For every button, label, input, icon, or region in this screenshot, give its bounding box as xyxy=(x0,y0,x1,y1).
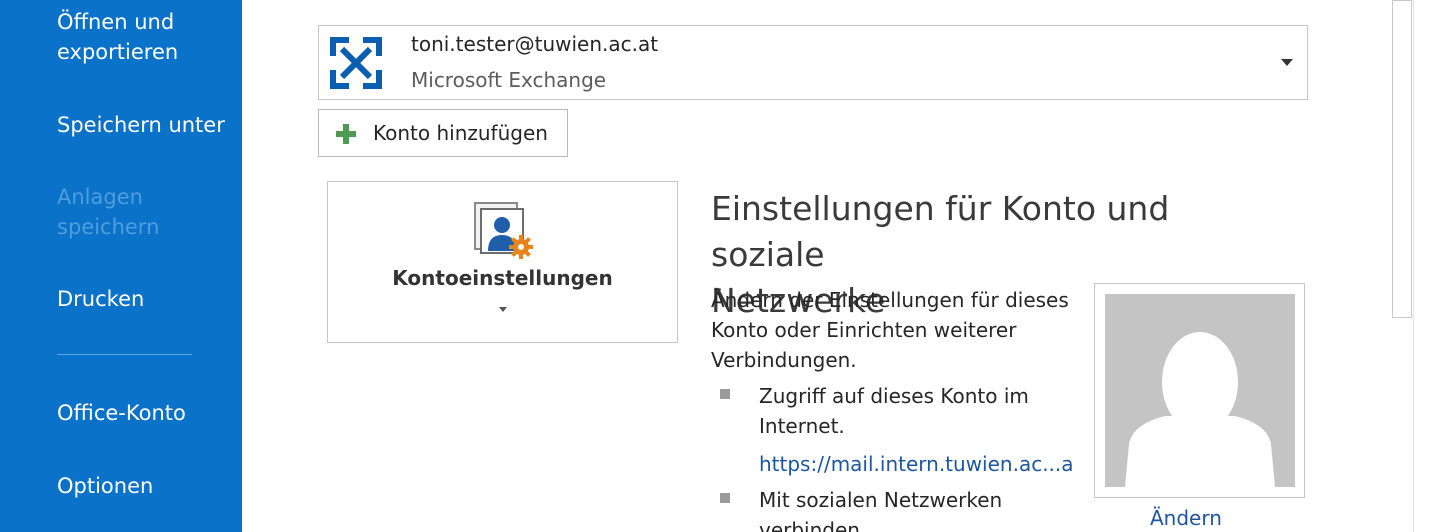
exchange-icon xyxy=(330,37,382,89)
account-settings-button[interactable]: Kontoeinstellungen xyxy=(327,181,678,343)
sidebar-item-label: Office-Konto xyxy=(57,401,186,425)
section-description: Ändern der Einstellungen für dieses Kont… xyxy=(711,285,1081,375)
outlook-backstage: Öffnen und exportieren Speichern unter A… xyxy=(0,0,1440,532)
account-email: toni.tester@tuwien.ac.at xyxy=(411,32,659,56)
sidebar-item-label: speichern xyxy=(57,215,160,239)
scrollbar-thumb[interactable] xyxy=(1392,0,1412,318)
add-account-label: Konto hinzufügen xyxy=(373,121,548,145)
sidebar-item-label: Optionen xyxy=(57,474,154,498)
sidebar-item-save-attachments-line2: speichern xyxy=(57,212,159,242)
sidebar-item-save-as[interactable]: Speichern unter xyxy=(57,110,225,140)
bullet-line: Mit sozialen Netzwerken xyxy=(759,488,1003,512)
bullet-icon xyxy=(720,389,730,399)
plus-icon xyxy=(336,124,356,144)
sidebar-item-open-export-line2[interactable]: exportieren xyxy=(57,37,178,67)
sidebar-item-label: Drucken xyxy=(57,287,145,311)
sidebar-item-office-account[interactable]: Office-Konto xyxy=(57,398,186,428)
sidebar-item-label: exportieren xyxy=(57,40,179,64)
sidebar-item-open-export[interactable]: Öffnen und xyxy=(57,7,174,37)
account-settings-icon xyxy=(474,202,533,259)
bullet-text: Zugriff auf dieses Konto im Internet. xyxy=(759,381,1079,441)
bullet-text: Mit sozialen Netzwerken verbinden. xyxy=(759,485,1079,532)
scrollbar-track xyxy=(1413,0,1414,532)
chevron-down-icon xyxy=(499,307,507,312)
sidebar-divider xyxy=(57,354,192,355)
description-line: Konto oder Einrichten weiterer xyxy=(711,318,1017,342)
backstage-sidebar: Öffnen und exportieren Speichern unter A… xyxy=(0,0,242,532)
bullet-line: verbinden. xyxy=(759,518,867,532)
account-settings-label: Kontoeinstellungen xyxy=(392,266,613,290)
account-type: Microsoft Exchange xyxy=(411,68,607,92)
add-account-button[interactable]: Konto hinzufügen xyxy=(318,109,568,157)
sidebar-item-label: Anlagen xyxy=(57,185,143,209)
default-avatar-icon xyxy=(1105,294,1295,487)
description-line: Verbindungen. xyxy=(711,348,857,372)
outlook-web-access-link[interactable]: https://mail.intern.tuwien.ac...a xyxy=(759,449,1074,479)
bullet-icon xyxy=(720,493,730,503)
vertical-scrollbar[interactable] xyxy=(1392,0,1440,532)
section-heading-line: Einstellungen für Konto und soziale xyxy=(711,189,1170,274)
sidebar-item-save-attachments: Anlagen xyxy=(57,182,143,212)
profile-photo-frame xyxy=(1094,283,1305,498)
chevron-down-icon xyxy=(1281,59,1293,66)
description-line: Ändern der Einstellungen für dieses xyxy=(711,288,1069,312)
bullet-line: Internet. xyxy=(759,414,845,438)
sidebar-item-print[interactable]: Drucken xyxy=(57,284,144,314)
sidebar-item-options[interactable]: Optionen xyxy=(57,471,153,501)
sidebar-item-label: Speichern unter xyxy=(57,113,225,137)
account-info-pane: toni.tester@tuwien.ac.at Microsoft Excha… xyxy=(242,0,1440,532)
sidebar-item-label: Öffnen und xyxy=(57,10,175,34)
bullet-line: Zugriff auf dieses Konto im xyxy=(759,384,1029,408)
account-selector-dropdown[interactable]: toni.tester@tuwien.ac.at Microsoft Excha… xyxy=(318,25,1308,100)
change-photo-link[interactable]: Ändern xyxy=(1150,506,1222,530)
